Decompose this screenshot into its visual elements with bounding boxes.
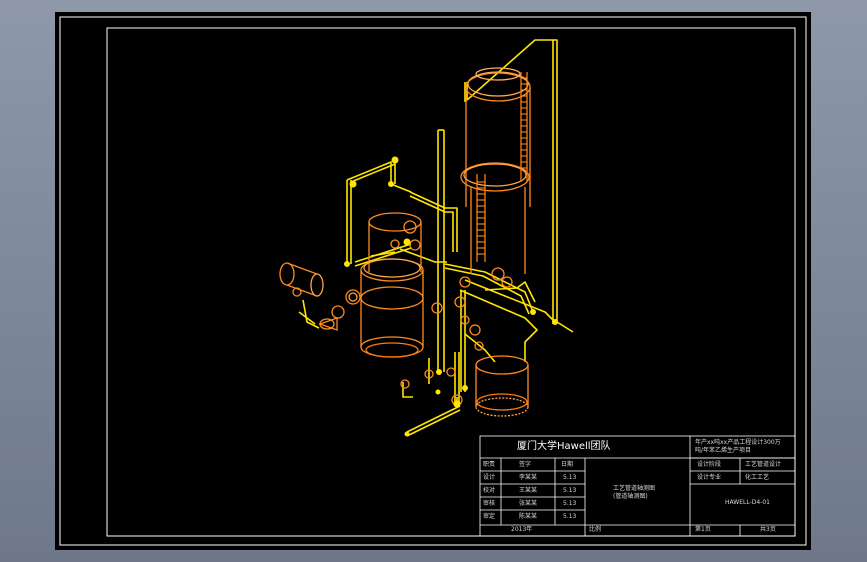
title-block-row-name: 陈某某 [519,513,538,520]
column-tower [460,67,531,274]
title-block-row-date: 5.13 [563,474,577,481]
title-block-col-name: 签字 [519,461,532,468]
title-block-project-line2: 吨/年苯乙烯生产项目 [695,447,752,454]
title-block-right-row-1-left: 设计阶段 [697,461,722,468]
title-block-right-row-2-left: 设计专业 [697,474,722,481]
title-block-drawing-name-1: 工艺管道轴测图 [613,485,656,492]
title-block-right-row-1-right: 工艺管道设计 [745,461,782,468]
title-block-scale-label: 比例 [589,526,602,533]
title-block-year: 2013年 [511,526,533,533]
title-block-right-row-2-right: 化工工艺 [745,474,770,481]
title-block-row-date: 5.13 [563,487,577,494]
title-block-sheet: 第1页 [695,526,711,533]
bottom-receiver-vessel [475,355,529,417]
isometric-piping-drawing [59,16,807,546]
title-block-row-role: 审定 [483,513,496,520]
title-block-row-name: 李某某 [519,474,538,481]
title-block-row-name: 张某某 [519,500,538,507]
title-block-total: 共3页 [760,526,776,533]
title-block-drawing-no: HAWELL-D4-01 [725,499,770,506]
title-block-col-date: 日期 [561,461,574,468]
central-vessels [360,212,424,358]
title-block-row-role: 校对 [483,487,496,494]
piping-network [298,39,574,437]
title-block-row-date: 5.13 [563,513,577,520]
title-block-row-role: 审核 [483,500,496,507]
drawing-viewport[interactable]: 厦门大学Hawell团队 年产xx吨xx产品工程设计300万 吨/年苯乙烯生产项… [55,12,811,550]
title-block-project-line1: 年产xx吨xx产品工程设计300万 [695,439,781,446]
title-block-row-role: 设计 [483,474,496,481]
title-block-row-date: 5.13 [563,500,577,507]
outer-frame [59,16,807,546]
title-block-col-role: 职责 [483,461,496,468]
title-block-row-name: 王某某 [519,487,538,494]
title-block-drawing-name-2: (管道轴测图) [613,493,648,500]
title-block-team: 厦门大学Hawell团队 [517,441,611,452]
inner-frame [106,27,796,537]
